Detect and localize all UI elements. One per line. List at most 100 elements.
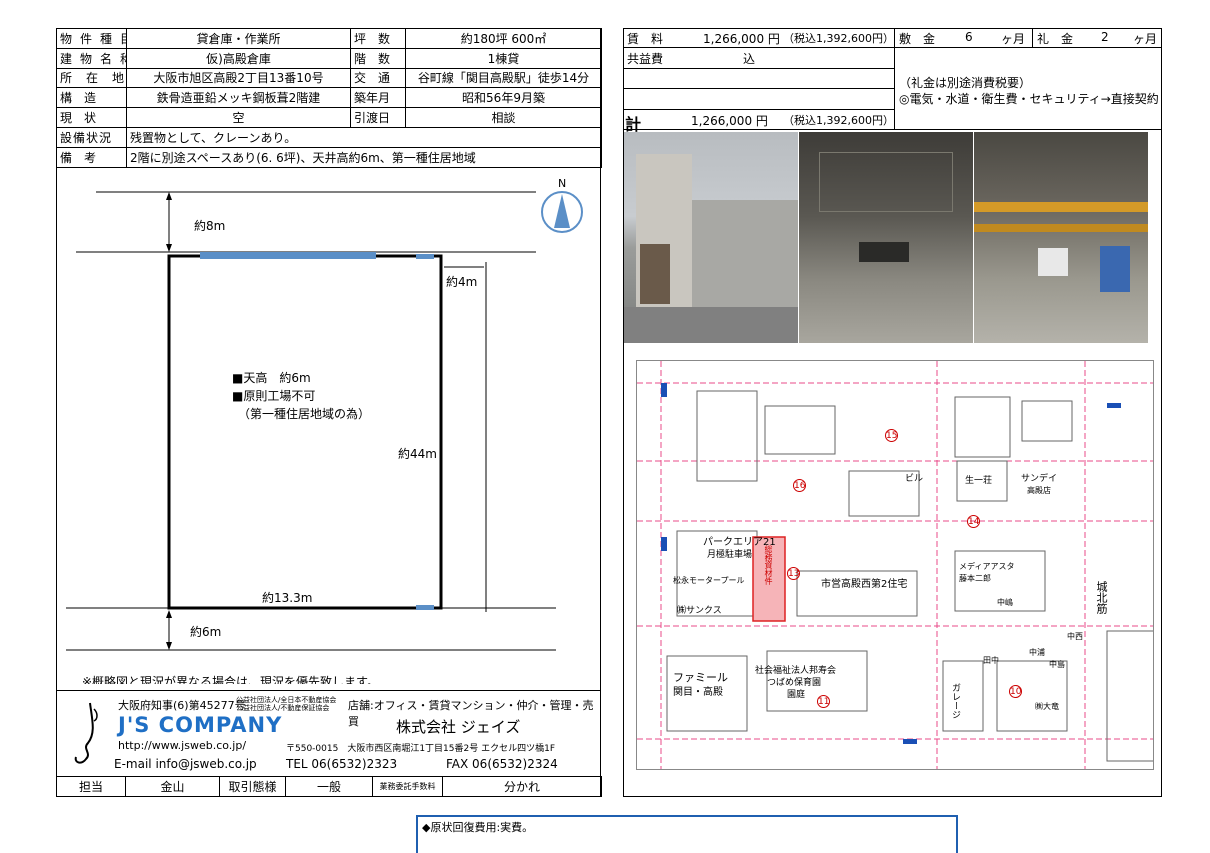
label-structure: 構 造 <box>56 87 127 109</box>
footer-c4: 一般 <box>285 776 373 797</box>
footer-c6: 分かれ <box>442 776 602 797</box>
footer-c1: 担当 <box>56 776 126 797</box>
rent-tax: （税込1,392,600円） <box>783 32 894 45</box>
map-label: 高殿店 <box>1027 486 1051 495</box>
value-property-type: 貸倉庫・作業所 <box>126 28 351 49</box>
north-label: N <box>558 177 566 190</box>
label-status: 現 状 <box>56 107 127 128</box>
company-fax: FAX 06(6532)2324 <box>446 757 558 771</box>
label-location: 所在地 <box>56 67 127 89</box>
disclaimer: ※概略図と現況が異なる場合は、現況を優先致します。 <box>82 674 379 684</box>
map-label: サンデイ <box>1021 474 1058 484</box>
label-area: 坪 数 <box>350 28 406 49</box>
value-built: 昭和56年9月築 <box>405 87 602 109</box>
dim-top: 約8m <box>194 218 225 233</box>
map-number: 11 <box>817 695 830 708</box>
map-label: ㈱大竜 <box>1035 702 1059 711</box>
deposit-label: 敷 金 <box>899 32 936 46</box>
label-building-name: 建物名称 <box>56 47 127 69</box>
company-address: 〒550-0015 大阪市西区南堀江1丁目15番2号 エクセル四ツ橋1F <box>286 744 555 754</box>
map-label: 中嶋 <box>997 598 1013 607</box>
dim-height: 約44m <box>398 446 437 461</box>
footer-table: 担当 金山 取引態様 一般 業務委託手数料 分かれ <box>56 776 602 797</box>
map-label: 中浦 <box>1029 648 1045 657</box>
company-name: 株式会社 ジェイズ <box>396 718 521 736</box>
company-block: 大阪府知事(6)第45277号 公益社団法人/全日本不動産協会 公益社団法人/不… <box>56 690 601 775</box>
value-floors: 1棟貸 <box>405 47 602 69</box>
rent-note-1: （礼金は別途消費税要） <box>899 76 1032 90</box>
company-logo-icon <box>66 699 106 769</box>
label-notes: 備 考 <box>56 146 127 168</box>
plan-note-2: ■原則工場不可 <box>232 389 315 403</box>
table-row: 建物名称 仮)高殿倉庫 階 数 1棟貸 <box>56 47 602 69</box>
value-location: 大阪市旭区高殿2丁目13番10号 <box>126 67 351 89</box>
site-plan: N 約8m 約4m 約44m 約13.3m 約6m ■天高 約6m ■原則工場不… <box>66 177 583 684</box>
license-number: 大阪府知事(6)第45277号 <box>118 699 246 712</box>
map-label: 田中 <box>983 656 999 665</box>
dim-bottom: 約6m <box>190 624 221 639</box>
map-label: メディアアスタ <box>959 562 1015 571</box>
entrance-mark <box>416 605 434 610</box>
company-tel: TEL 06(6532)2323 <box>286 757 398 771</box>
footer-c3: 取引態様 <box>219 776 286 797</box>
map-label: ガレージ <box>950 683 960 719</box>
map-number: 10 <box>1009 685 1022 698</box>
map-number: 14 <box>967 515 980 528</box>
rent-value: 1,266,000 円 <box>703 32 780 46</box>
plan-note-3: （第一種住居地域の為） <box>238 407 370 421</box>
association-2: 公益社団法人/不動産保証協会 <box>236 704 330 712</box>
map-label: 関目・高殿 <box>673 687 723 698</box>
common-fee-value: 込 <box>743 52 756 66</box>
company-email[interactable]: E-mail info@jsweb.co.jp <box>114 757 257 771</box>
dim-right: 約4m <box>446 274 477 289</box>
rent-label: 賃 料 <box>627 32 664 46</box>
label-floors: 階 数 <box>350 47 406 69</box>
rent-note-2: ◎電気・水道・衛生費・セキュリティ→直接契約 <box>899 92 1159 106</box>
company-url[interactable]: http://www.jsweb.co.jp/ <box>118 739 246 752</box>
label-property-type: 物件種目 <box>56 28 127 49</box>
map-number: 15 <box>885 429 898 442</box>
interior-photo-1 <box>799 132 973 343</box>
value-structure: 鉄骨造亜鉛メッキ鋼板葺2階建 <box>126 87 351 109</box>
value-equipment: 残置物として、クレーンあり。 <box>126 126 602 148</box>
deposit-unit: ヶ月 <box>1001 32 1026 46</box>
entrance-mark <box>416 254 434 259</box>
total-tax: （税込1,392,600円） <box>783 114 894 127</box>
map-label: 城北筋 <box>1095 581 1108 614</box>
table-row: 所在地 大阪市旭区高殿2丁目13番10号 交 通 谷町線「関目高殿駅」徒歩14分 <box>56 67 602 89</box>
map-label: 松永モータープール <box>673 576 745 585</box>
plan-note-1: ■天高 約6m <box>232 370 311 385</box>
table-row: 物件種目 貸倉庫・作業所 坪 数 約180坪 600㎡ <box>56 28 602 49</box>
label-handover: 引渡日 <box>350 107 406 128</box>
interior-photo-2 <box>974 132 1148 343</box>
key-money-label: 礼 金 <box>1037 32 1074 46</box>
rent-table: 賃 料 1,266,000 円 （税込1,392,600円） 敷 金 6 ヶ月 … <box>623 28 1162 134</box>
value-building-name: 仮)高殿倉庫 <box>126 47 351 69</box>
property-info-table: 物件種目 貸倉庫・作業所 坪 数 約180坪 600㎡ 建物名称 仮)高殿倉庫 … <box>56 28 602 168</box>
total-value: 1,266,000 円 <box>691 114 768 128</box>
bottom-note-box: ◆原状回復費用:実費。 <box>416 815 958 853</box>
map-label: ㈱サンクス <box>677 606 722 616</box>
map-label: 中西 <box>1067 632 1083 641</box>
value-handover: 相談 <box>405 107 602 128</box>
table-row: 設備状況 残置物として、クレーンあり。 <box>56 126 602 148</box>
map-label: 藤本二郎 <box>959 574 991 583</box>
footer-c2: 金山 <box>125 776 220 797</box>
area-map: パークエリア21 月極駐車場 総務資材件 松永モータープール ㈱サンクス 市営高… <box>636 360 1154 770</box>
exterior-photo <box>624 132 798 343</box>
common-fee-label: 共益費 <box>627 52 664 66</box>
value-area: 約180坪 600㎡ <box>405 28 602 49</box>
association-1: 公益社団法人/全日本不動産協会 <box>236 696 337 704</box>
key-money-value: 2 <box>1101 30 1109 44</box>
value-transport: 谷町線「関目高殿駅」徒歩14分 <box>405 67 602 89</box>
map-label: 生一荘 <box>965 476 993 486</box>
table-row: 備 考 2階に別途スペースあり(6. 6坪)、天井高約6m、第一種住居地域 <box>56 146 602 168</box>
deposit-value: 6 <box>965 30 973 44</box>
dim-width: 約13.3m <box>262 590 312 605</box>
map-label: ビル <box>905 474 924 484</box>
bottom-note-text: ◆原状回復費用:実費。 <box>422 821 534 834</box>
footer-c5: 業務委託手数料 <box>372 776 443 797</box>
map-label: 総務資材件 <box>764 545 773 585</box>
map-label: 中島 <box>1049 660 1065 669</box>
map-label: 園庭 <box>787 690 806 700</box>
